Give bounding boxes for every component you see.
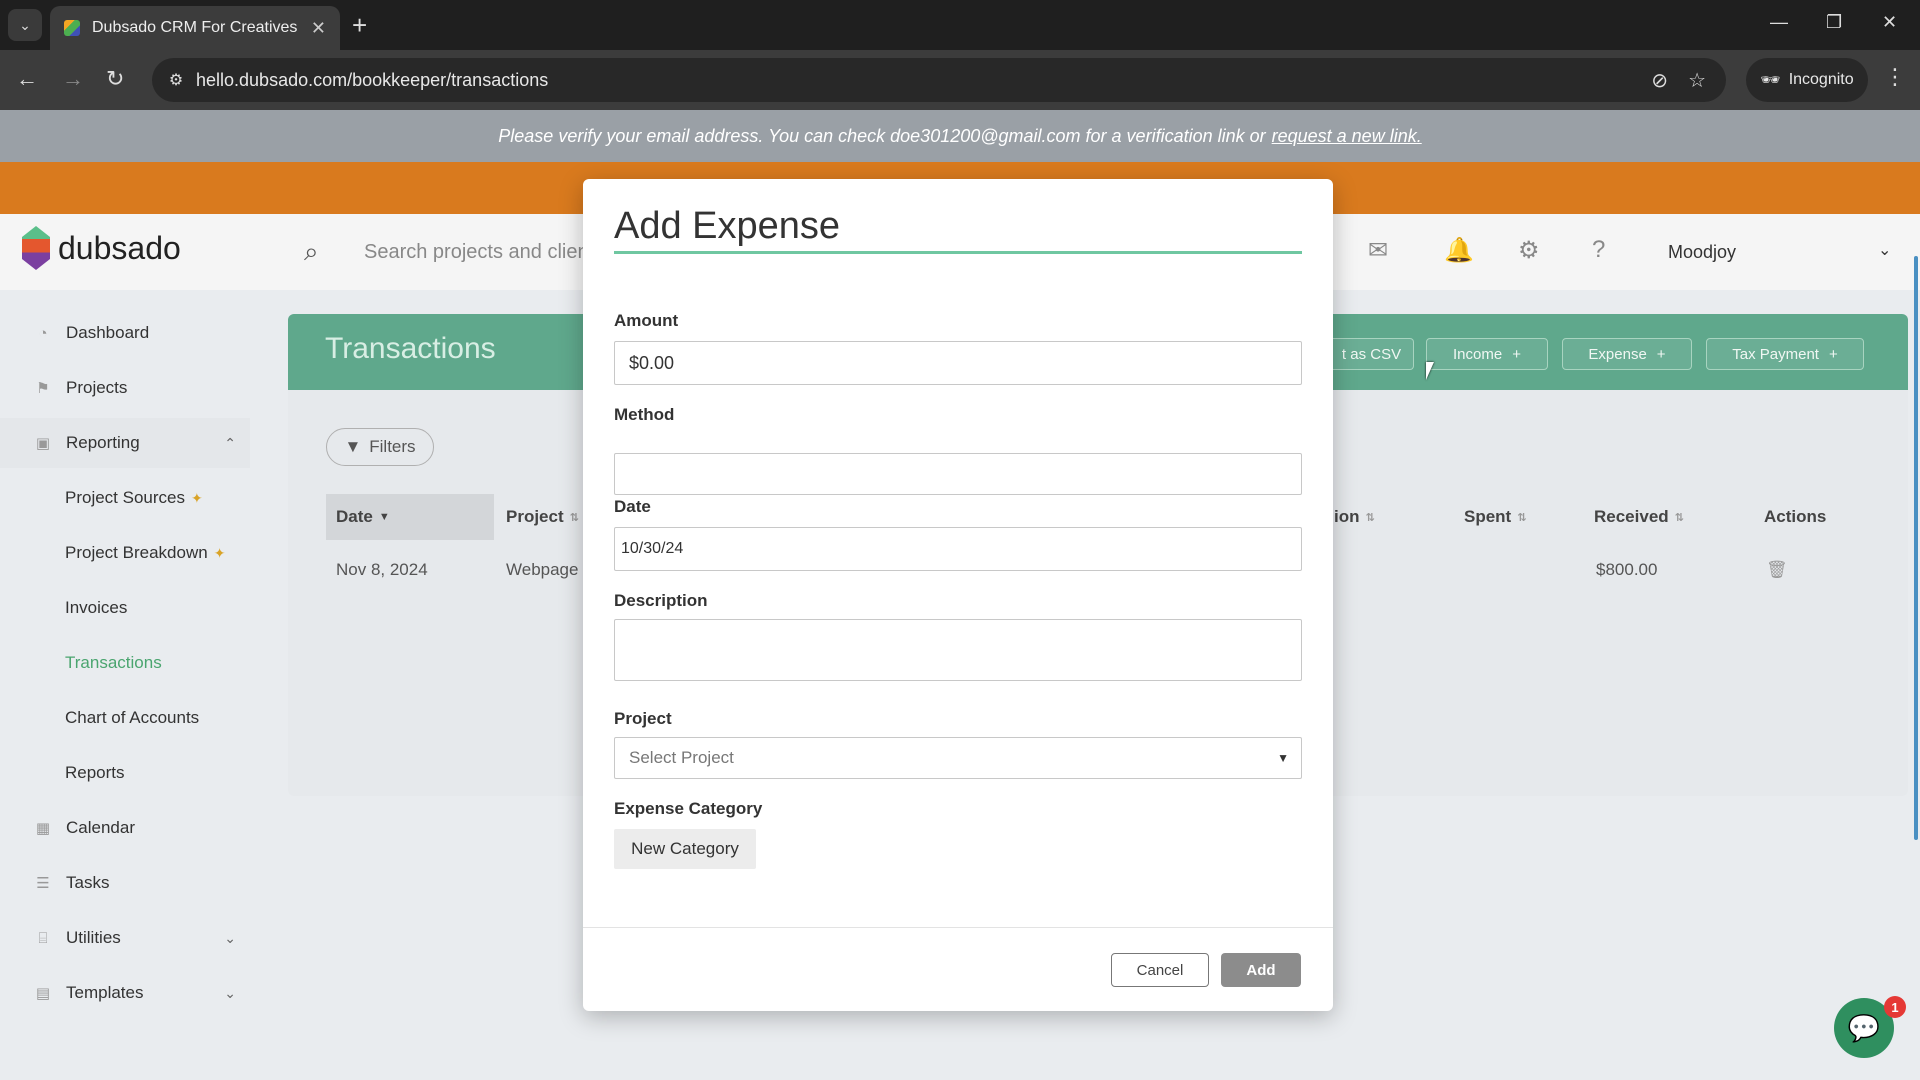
expense-category-label: Expense Category	[614, 799, 763, 818]
cancel-label: Cancel	[1136, 961, 1184, 979]
tab-search-icon[interactable]: ⌄	[8, 9, 42, 41]
incognito-label: Incognito	[1788, 71, 1854, 88]
date-label: Date	[614, 497, 651, 516]
browser-menu-icon[interactable]: ⋮	[1884, 64, 1906, 90]
amount-input[interactable]	[614, 341, 1302, 385]
chat-notification-badge: 1	[1884, 996, 1906, 1018]
cancel-button[interactable]: Cancel	[1111, 953, 1209, 987]
reload-icon[interactable]: ↻	[106, 66, 124, 92]
caret-down-icon: ▼	[1277, 751, 1289, 765]
date-input[interactable]	[614, 527, 1302, 571]
site-settings-icon[interactable]: ⚙	[156, 70, 196, 90]
back-icon[interactable]: ←	[16, 66, 38, 92]
amount-label: Amount	[614, 311, 679, 330]
method-input[interactable]	[614, 453, 1302, 495]
new-category-label: New Category	[631, 839, 739, 858]
url-text[interactable]: hello.dubsado.com/bookkeeper/transaction…	[196, 70, 1651, 91]
forward-icon[interactable]: →	[62, 66, 84, 92]
incognito-button[interactable]: 🕶 Incognito	[1746, 58, 1868, 102]
modal-title: Add Expense	[614, 205, 841, 247]
description-label: Description	[614, 591, 708, 610]
add-button[interactable]: Add	[1221, 953, 1301, 987]
browser-tabbar: ⌄ Dubsado CRM For Creatives ✕ + — ❐ ✕	[0, 0, 1920, 50]
add-expense-modal: Add Expense Amount Method Date Descripti…	[583, 179, 1333, 1011]
new-tab-icon[interactable]: +	[352, 10, 367, 40]
incognito-icon: 🕶	[1760, 72, 1781, 89]
tab-title: Dubsado CRM For Creatives	[92, 19, 298, 36]
project-select[interactable]: Select Project ▼	[614, 737, 1302, 779]
window-close-icon[interactable]: ✕	[1882, 12, 1897, 33]
browser-tab[interactable]: Dubsado CRM For Creatives ✕	[50, 6, 340, 50]
modal-footer-divider	[583, 927, 1333, 928]
description-textarea[interactable]	[614, 619, 1302, 681]
minimize-icon[interactable]: —	[1770, 12, 1788, 33]
page-scrollbar[interactable]	[1914, 256, 1918, 840]
project-select-placeholder: Select Project	[629, 748, 734, 767]
eye-off-icon[interactable]: ⊘	[1651, 68, 1668, 93]
address-bar[interactable]: ⚙ hello.dubsado.com/bookkeeper/transacti…	[152, 58, 1726, 102]
tab-close-icon[interactable]: ✕	[311, 18, 326, 39]
restore-icon[interactable]: ❐	[1826, 12, 1842, 33]
add-label: Add	[1246, 961, 1276, 979]
browser-toolbar: ← → ↻ ⚙ hello.dubsado.com/bookkeeper/tra…	[0, 50, 1920, 110]
modal-title-divider	[614, 251, 1302, 254]
new-category-button[interactable]: New Category	[614, 829, 756, 869]
dubsado-favicon-icon	[64, 20, 80, 36]
bookmark-star-icon[interactable]: ☆	[1688, 68, 1706, 93]
project-label: Project	[614, 709, 672, 728]
method-label: Method	[614, 405, 675, 424]
